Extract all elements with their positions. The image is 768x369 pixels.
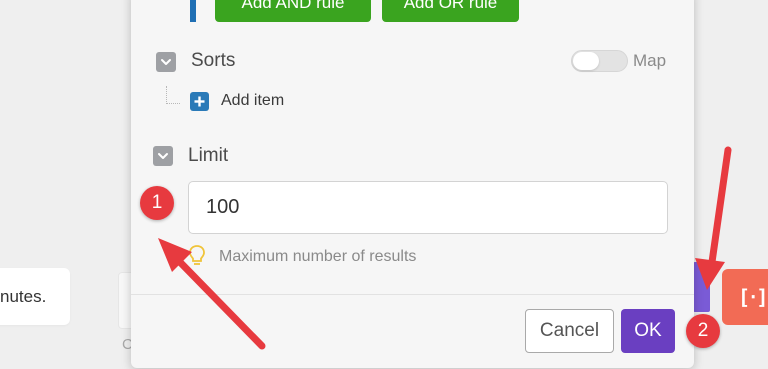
sorts-label: Sorts	[191, 50, 236, 71]
filter-group-indicator	[190, 0, 196, 22]
map-toggle-knob	[573, 52, 599, 70]
annotation-badge-1: 1	[140, 186, 174, 220]
add-item-link[interactable]: Add item	[221, 92, 284, 110]
add-or-rule-button[interactable]: Add OR rule	[382, 0, 519, 22]
map-toggle[interactable]	[571, 50, 628, 72]
brackets-icon: [‧]	[738, 285, 768, 309]
cancel-button[interactable]: Cancel	[525, 309, 614, 353]
limit-hint: Maximum number of results	[219, 248, 417, 265]
limit-collapse-toggle[interactable]	[153, 146, 173, 166]
add-and-rule-label: Add AND rule	[241, 0, 345, 12]
map-toggle-label: Map	[633, 51, 667, 70]
chevron-down-icon	[158, 153, 168, 159]
limit-label: Limit	[188, 145, 229, 166]
lightbulb-icon	[189, 245, 205, 265]
module-bubble[interactable]: [‧]	[722, 269, 768, 325]
tree-connector	[166, 86, 180, 104]
annotation-badge-2: 2	[686, 314, 720, 348]
add-and-rule-button[interactable]: Add AND rule	[215, 0, 371, 22]
add-item-plus-icon[interactable]	[190, 92, 209, 111]
connector-handle	[693, 262, 710, 312]
footer-divider	[131, 294, 694, 295]
add-or-rule-label: Add OR rule	[403, 0, 498, 12]
background-toast: nutes.	[0, 268, 70, 325]
limit-input[interactable]	[188, 181, 668, 234]
chevron-down-icon	[161, 59, 171, 65]
toast-text: nutes.	[0, 287, 47, 306]
sorts-collapse-toggle[interactable]	[156, 52, 176, 72]
ok-button[interactable]: OK	[621, 309, 675, 353]
plus-icon	[194, 96, 205, 107]
